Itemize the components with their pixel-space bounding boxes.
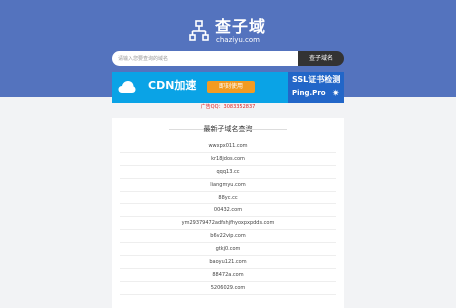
ad-contact-text: 广告QQ：3083352837: [200, 104, 256, 110]
domain-link[interactable]: 5206029.com: [120, 282, 336, 295]
domain-link[interactable]: 88472a.com: [120, 269, 336, 282]
ssl-ad[interactable]: SSL证书检测 Ping.Pro ✷: [288, 72, 344, 103]
domain-link[interactable]: b6v22vip.com: [120, 230, 336, 244]
card-title: 最新子域名查询: [203, 125, 253, 133]
latest-queries-card: 最新子域名查询 wwxpx011.com kr18jdos.com qqq13.…: [112, 118, 344, 308]
sparkle-icon: ✷: [332, 89, 340, 99]
divider-right: [237, 129, 287, 130]
domain-link[interactable]: ym29379472adfshjfhyoxpxpdds.com: [120, 217, 336, 231]
domain-link[interactable]: 00432.com: [120, 204, 336, 218]
cdn-ad-text: CDN加速: [148, 79, 197, 92]
cdn-ad-button[interactable]: 即刻使用: [207, 81, 255, 93]
site-logo[interactable]: 查子域 chaziyu.com: [189, 18, 269, 46]
domain-link[interactable]: 88yc.cc: [120, 192, 336, 205]
ssl-ad-title: SSL证书检测: [292, 75, 341, 84]
ad-banner[interactable]: CDN加速 即刻使用 SSL证书检测 Ping.Pro ✷: [112, 72, 344, 103]
site-subtitle: chaziyu.com: [216, 36, 260, 44]
search-bar: 查子域名: [112, 51, 344, 66]
sitemap-icon: [189, 20, 209, 41]
search-button[interactable]: 查子域名: [298, 51, 344, 66]
domain-link[interactable]: wwxpx011.com: [120, 140, 336, 153]
domain-link[interactable]: baoyu121.com: [120, 256, 336, 269]
domain-link[interactable]: liangmyu.com: [120, 179, 336, 192]
card-header: 最新子域名查询: [112, 123, 344, 135]
domain-link[interactable]: kr18jdos.com: [120, 153, 336, 166]
domain-list: wwxpx011.com kr18jdos.com qqq13.cc liang…: [112, 140, 344, 295]
domain-link[interactable]: gtkj0.com: [120, 243, 336, 257]
domain-link[interactable]: qqq13.cc: [120, 166, 336, 179]
search-input[interactable]: [112, 51, 298, 66]
site-title: 查子域: [215, 17, 267, 36]
ssl-ad-brand: Ping.Pro: [292, 89, 326, 97]
cloud-icon: [118, 81, 136, 93]
